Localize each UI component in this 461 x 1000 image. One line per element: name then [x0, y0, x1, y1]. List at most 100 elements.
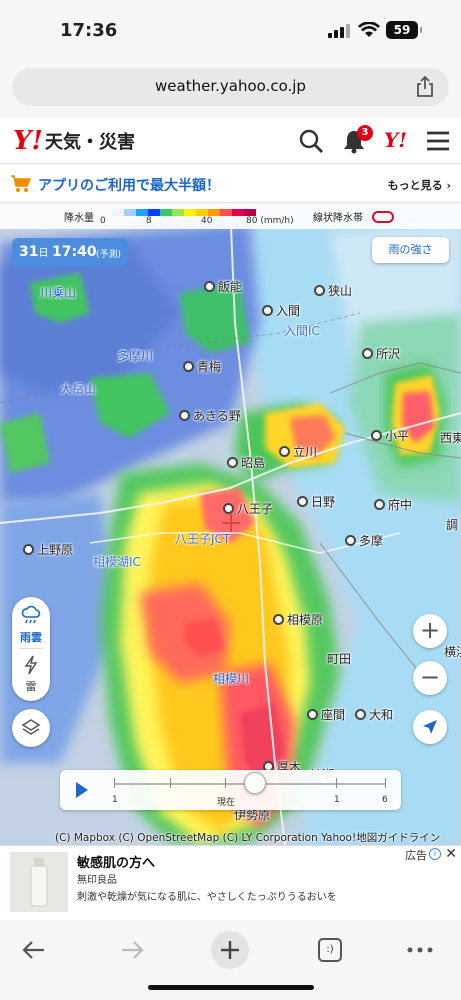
- timeline-tick: [114, 778, 115, 788]
- timeline-label-now: 現在: [217, 798, 236, 808]
- yahoo-logo-mark: Y!: [13, 126, 43, 156]
- forecast-time-chip: 31日 17:40 (予測): [12, 238, 128, 266]
- legend-color-scale: [112, 209, 256, 216]
- map-layers-button[interactable]: [12, 709, 50, 747]
- map-label: 入間: [262, 302, 300, 319]
- ad-close-icon[interactable]: ✕: [445, 846, 457, 862]
- ad-description: 刺激や乾燥が気になる肌に、やさしくたっぷりうるおいを: [77, 892, 337, 903]
- menu-icon[interactable]: [425, 128, 451, 154]
- legend-swatch: [232, 209, 244, 216]
- legend-swatch: [160, 209, 172, 216]
- yahoo-weather-logo[interactable]: Y! 天気・災害: [13, 126, 135, 156]
- map-label: あきる野: [179, 407, 241, 424]
- zoom-out-button[interactable]: −: [413, 661, 447, 695]
- map-label: 西東: [440, 431, 461, 445]
- play-icon[interactable]: [76, 782, 88, 798]
- zoom-in-button[interactable]: +: [413, 614, 447, 648]
- app-promo-banner[interactable]: アプリのご利用で最大半額！ もっと見る ›: [0, 165, 461, 203]
- new-tab-icon[interactable]: [210, 930, 250, 970]
- yahoo-account-icon[interactable]: Y!: [384, 128, 407, 152]
- divider: [19, 648, 43, 649]
- legend-swatch: [124, 209, 136, 216]
- ad-banner[interactable]: 敏感肌の方へ 無印良品 刺激や乾燥が気になる肌に、やさしくたっぷりうるおいを 広…: [0, 845, 461, 920]
- map-label: 青梅: [183, 358, 221, 375]
- map-label: 入間IC: [284, 324, 320, 338]
- legend-swatch: [136, 209, 148, 216]
- timeline-handle[interactable]: [244, 772, 266, 794]
- timeline-tick: [170, 778, 171, 788]
- map-label: 相模原: [273, 611, 323, 628]
- timeline-tick: [336, 778, 337, 788]
- map-label: 所沢: [362, 345, 400, 362]
- legend-swatch: [172, 209, 184, 216]
- share-icon[interactable]: [415, 76, 435, 98]
- legend-swatch: [208, 209, 220, 216]
- legend-tick: 40: [201, 216, 213, 226]
- product-bottle-image: [30, 858, 48, 907]
- screen: 17:36 59 weather.yahoo.co.jp Y! 天気・災害 3 …: [0, 0, 461, 1000]
- timeline-tick: [385, 778, 386, 788]
- rain-cloud-icon[interactable]: [21, 605, 41, 625]
- map-label: 日野: [297, 493, 335, 510]
- linear-band-icon: [372, 211, 394, 223]
- legend-swatch: [112, 209, 124, 216]
- legend-swatch: [184, 209, 196, 216]
- status-bar: 17:36 59: [0, 0, 461, 60]
- map-label: 小平: [371, 427, 409, 444]
- map-label: 立川: [279, 443, 317, 460]
- legend-swatch: [244, 209, 256, 216]
- legend-tick: 8: [146, 216, 152, 226]
- forecast-time: 17:40: [52, 244, 97, 260]
- rain-cloud-label[interactable]: 雨雲: [12, 629, 50, 645]
- legend-tick: 80 (mm/h): [246, 216, 294, 226]
- map-label: 八王子: [223, 500, 273, 517]
- map-label: 飯能: [204, 278, 242, 295]
- more-icon[interactable]: [400, 930, 440, 970]
- forecast-day: 31日: [19, 244, 49, 260]
- linear-band-label: 線状降水帯: [313, 213, 363, 224]
- timeline-tick: [225, 778, 226, 788]
- map-label: 多摩川: [117, 349, 154, 363]
- map-label: 大岳山: [60, 382, 97, 396]
- map-label: 多摩: [345, 532, 383, 549]
- map-label: 府中: [374, 496, 412, 513]
- legend-tick: 0: [100, 216, 106, 226]
- ad-info-icon[interactable]: i: [429, 848, 441, 860]
- map-label: 狭山: [314, 282, 352, 299]
- ad-product-image[interactable]: [10, 852, 68, 912]
- timeline-label: 1: [334, 795, 340, 805]
- address-bar[interactable]: weather.yahoo.co.jp: [12, 68, 449, 106]
- status-time: 17:36: [60, 20, 118, 41]
- tabs-button[interactable]: :): [310, 930, 350, 970]
- cell-signal-icon: [328, 24, 350, 38]
- back-icon[interactable]: [14, 930, 54, 970]
- thunder-icon[interactable]: [22, 655, 40, 675]
- forecast-timeline[interactable]: 1 現在 1 6: [60, 770, 401, 810]
- logo-title: 天気・災害: [44, 132, 135, 153]
- map-label: 昭島: [227, 454, 265, 471]
- promo-text[interactable]: アプリのご利用で最大半額！: [38, 175, 220, 195]
- map-label: 相模川: [213, 672, 250, 686]
- map-label: 町田: [327, 652, 352, 666]
- map-attribution[interactable]: (C) Mapbox (C) OpenStreetMap (C) LY Corp…: [55, 830, 440, 845]
- rain-radar-map[interactable]: 降水量 0 8 40 80 (mm/h) 線状降水帯 31日 17:40 (予測…: [0, 203, 461, 845]
- ad-title[interactable]: 敏感肌の方へ: [77, 852, 155, 871]
- map-label: 大和: [355, 706, 393, 723]
- map-label: 座間: [307, 706, 345, 723]
- thunder-label[interactable]: 雷: [12, 678, 50, 694]
- wifi-icon: [358, 22, 380, 37]
- forward-icon[interactable]: [112, 930, 152, 970]
- location-arrow-icon: [423, 720, 437, 734]
- current-location-button[interactable]: [413, 710, 447, 744]
- ad-label: 広告: [403, 846, 429, 864]
- legend-swatch: [148, 209, 160, 216]
- home-indicator: [148, 985, 314, 990]
- battery-icon: 59: [386, 21, 422, 39]
- layer-toggle-panel: 雨雲 雷: [12, 597, 50, 701]
- shopping-cart-icon: [11, 175, 32, 192]
- promo-more-link[interactable]: もっと見る ›: [388, 177, 451, 193]
- timeline-label: 1: [112, 795, 118, 805]
- url-text[interactable]: weather.yahoo.co.jp: [12, 77, 449, 95]
- rain-intensity-button[interactable]: 雨の強さ: [372, 237, 449, 263]
- search-icon[interactable]: [298, 128, 324, 154]
